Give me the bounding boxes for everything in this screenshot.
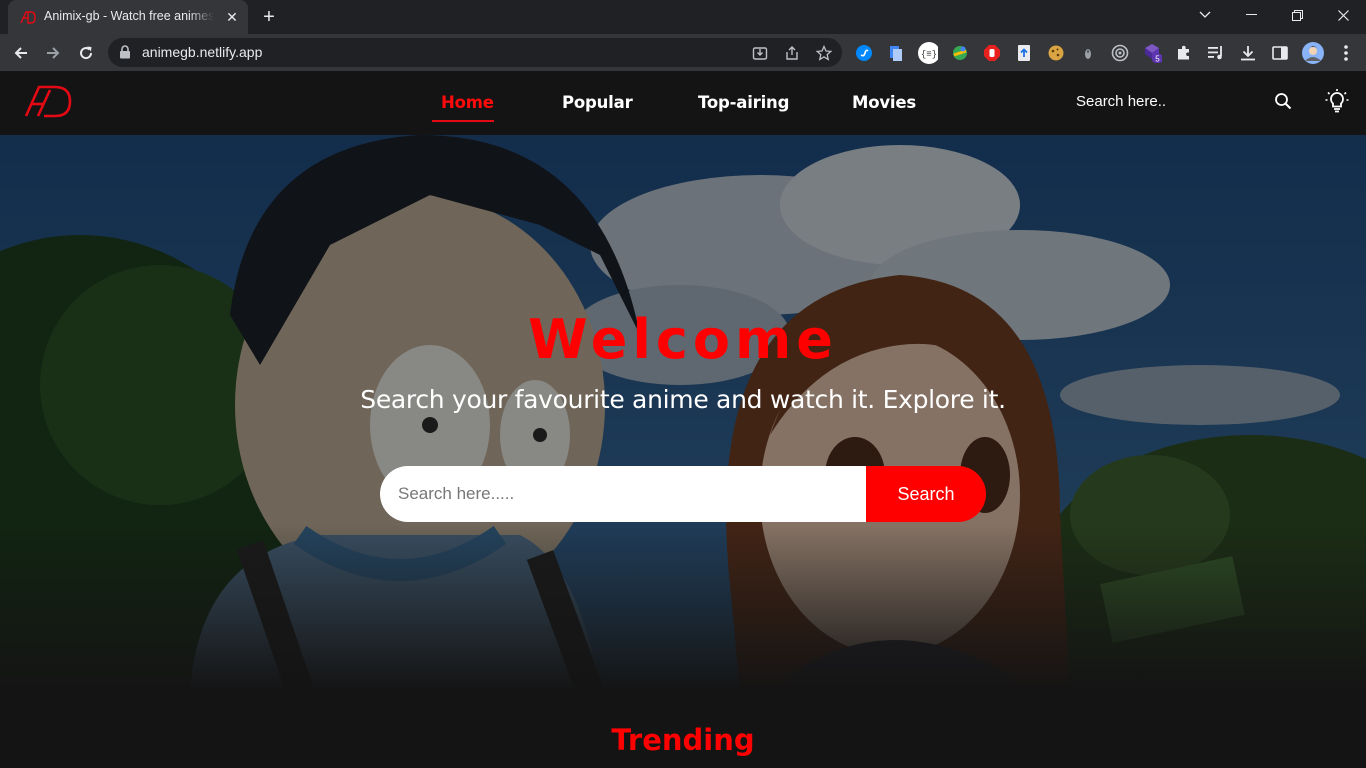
upload-extension-icon[interactable] bbox=[1014, 43, 1034, 63]
cookie-extension-icon[interactable] bbox=[1046, 43, 1066, 63]
chrome-menu-icon[interactable] bbox=[1336, 43, 1356, 63]
hero-search-input[interactable] bbox=[380, 466, 866, 522]
url-text[interactable]: animegb.netlify.app bbox=[142, 44, 262, 60]
hero-title: Welcome bbox=[528, 308, 838, 371]
lightbulb-icon[interactable] bbox=[1324, 88, 1350, 114]
hero-search-button[interactable]: Search bbox=[866, 466, 986, 522]
mouse-extension-icon[interactable] bbox=[1078, 43, 1098, 63]
browser-tab[interactable]: Animix-gb - Watch free animes, no ads ✕ bbox=[8, 0, 248, 34]
nav-link-movies[interactable]: Movies bbox=[852, 93, 916, 112]
forward-button[interactable] bbox=[40, 40, 66, 66]
nav-link-popular[interactable]: Popular bbox=[562, 93, 633, 112]
gem-extension-icon[interactable]: 5 bbox=[1142, 43, 1162, 64]
tab-title: Animix-gb - Watch free animes, no ads bbox=[44, 9, 214, 23]
arrow-left-icon bbox=[14, 47, 27, 59]
close-icon bbox=[1337, 9, 1349, 21]
lock-icon bbox=[120, 45, 130, 59]
translator-extension-icon[interactable] bbox=[950, 43, 970, 63]
back-button[interactable] bbox=[8, 40, 34, 66]
section-title: Trending bbox=[611, 723, 755, 757]
profile-avatar[interactable] bbox=[1302, 42, 1324, 64]
browser-tabstrip: Animix-gb - Watch free animes, no ads ✕ … bbox=[0, 0, 1366, 34]
extensions-puzzle-icon[interactable] bbox=[1174, 43, 1194, 63]
reload-icon bbox=[80, 46, 93, 60]
shazam-extension-icon[interactable] bbox=[854, 43, 874, 63]
hero-subtitle: Search your favourite anime and watch it… bbox=[360, 385, 1006, 414]
minimize-icon bbox=[1245, 14, 1257, 15]
site-logo[interactable] bbox=[24, 84, 72, 118]
hero-banner: Welcome Search your favourite anime and … bbox=[0, 135, 1366, 691]
trending-section: Trending bbox=[0, 691, 1366, 768]
site-favicon-icon bbox=[20, 11, 36, 24]
extension-badge: 5 bbox=[1155, 55, 1160, 64]
nav-link-home[interactable]: Home bbox=[441, 93, 494, 112]
active-nav-underline bbox=[432, 120, 494, 122]
media-control-icon[interactable] bbox=[1206, 43, 1226, 63]
docs-extension-icon[interactable] bbox=[886, 43, 906, 63]
restore-button[interactable] bbox=[1274, 0, 1320, 30]
nav-link-top-airing[interactable]: Top-airing bbox=[698, 93, 789, 112]
install-app-icon[interactable] bbox=[751, 44, 769, 62]
search-icon[interactable] bbox=[1274, 92, 1292, 110]
minimize-button[interactable] bbox=[1228, 0, 1274, 30]
hero-search-form: Search bbox=[380, 466, 986, 522]
reload-button[interactable] bbox=[73, 40, 99, 66]
browser-toolbar: animegb.netlify.app {≡} 5 bbox=[0, 34, 1366, 72]
address-bar[interactable]: animegb.netlify.app bbox=[108, 38, 842, 67]
svg-text:{≡}: {≡} bbox=[921, 50, 937, 60]
bookmark-star-icon[interactable] bbox=[815, 44, 833, 62]
downloads-icon[interactable] bbox=[1238, 43, 1258, 63]
site-navbar: Home Popular Top-airing Movies bbox=[0, 71, 1366, 135]
tab-close-icon[interactable]: ✕ bbox=[224, 9, 240, 25]
side-panel-icon[interactable] bbox=[1270, 43, 1290, 63]
new-tab-button[interactable]: + bbox=[258, 6, 280, 28]
close-window-button[interactable] bbox=[1320, 0, 1366, 30]
json-extension-icon[interactable]: {≡} bbox=[918, 42, 938, 64]
arrow-right-icon bbox=[47, 47, 60, 59]
share-icon[interactable] bbox=[783, 44, 801, 62]
tab-search-button[interactable] bbox=[1182, 0, 1228, 30]
nav-search-input[interactable] bbox=[1070, 93, 1282, 110]
restore-icon bbox=[1291, 9, 1303, 21]
chevron-down-icon bbox=[1199, 11, 1211, 18]
record-extension-icon[interactable] bbox=[1110, 43, 1130, 63]
adblock-extension-icon[interactable] bbox=[982, 43, 1002, 63]
